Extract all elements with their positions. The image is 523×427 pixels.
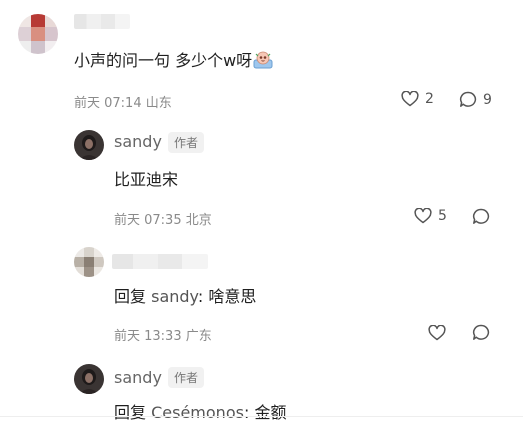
author-badge: 作者 [168,367,205,388]
reply-2-reply-button[interactable] [472,324,490,341]
heart-icon [428,325,446,341]
comment-like-count: 2 [425,91,434,107]
comment-location: 山东 [145,96,172,111]
speech-bubble-icon [472,324,490,341]
reply-2-text: 回复 sandy: 啥意思 [114,283,256,307]
comment-meta: 前天 07:14 山东 [74,92,172,111]
reply-3-text: 回复 Cesémonos: 金额 [114,399,286,423]
comment-date: 前天 07:14 [74,96,142,111]
speech-bubble-icon [472,208,490,225]
reply-1-reply-button[interactable] [472,208,490,225]
reply-2-meta: 前天 13:33 广东 [114,325,212,344]
reply-to-user[interactable]: Cesémonos [151,403,244,422]
reply-3-author-name[interactable]: sandy [114,368,162,387]
reply-3-body: 金额 [254,403,287,422]
comment-text: 小声的问一句 多少个w呀 [74,47,273,73]
reply-2-name-blurred[interactable] [112,254,208,269]
reply-2-body: 啥意思 [208,287,257,306]
reply-prefix: 回复 [114,287,147,306]
reply-colon: : [243,403,250,422]
comment-reply-button[interactable]: 9 [459,91,492,108]
comment-reply-count: 9 [483,91,492,108]
heart-icon [414,208,432,224]
reply-1-date: 前天 07:35 [114,213,182,228]
comment-like-button[interactable]: 2 [401,91,434,107]
reply-1-like-count: 5 [438,208,447,224]
author-badge: 作者 [168,132,205,153]
reply-2-location: 广东 [185,329,212,344]
bottom-divider [0,416,523,417]
reply-to-user[interactable]: sandy [151,287,198,306]
reply-1-location: 北京 [185,213,212,228]
reply-2-date: 前天 13:33 [114,329,182,344]
author-avatar[interactable] [74,130,104,160]
comment-text-body: 小声的问一句 多少个w呀 [74,51,253,70]
commenter-avatar[interactable] [18,14,58,54]
reply-2-like-button[interactable] [428,325,446,341]
reply-colon: : [197,287,204,306]
heart-icon [401,91,419,107]
author-avatar[interactable] [74,364,104,394]
reply-1-text: 比亚迪宋 [114,170,179,189]
speech-bubble-icon [459,91,477,108]
reply-1-like-button[interactable]: 5 [414,208,447,224]
reply-1-author-name[interactable]: sandy [114,132,162,151]
reply-2-avatar[interactable] [74,247,104,277]
pleading-emoji-icon [253,51,273,73]
reply-1-meta: 前天 07:35 北京 [114,209,212,228]
commenter-name-blurred[interactable] [74,14,130,29]
reply-prefix: 回复 [114,403,147,422]
